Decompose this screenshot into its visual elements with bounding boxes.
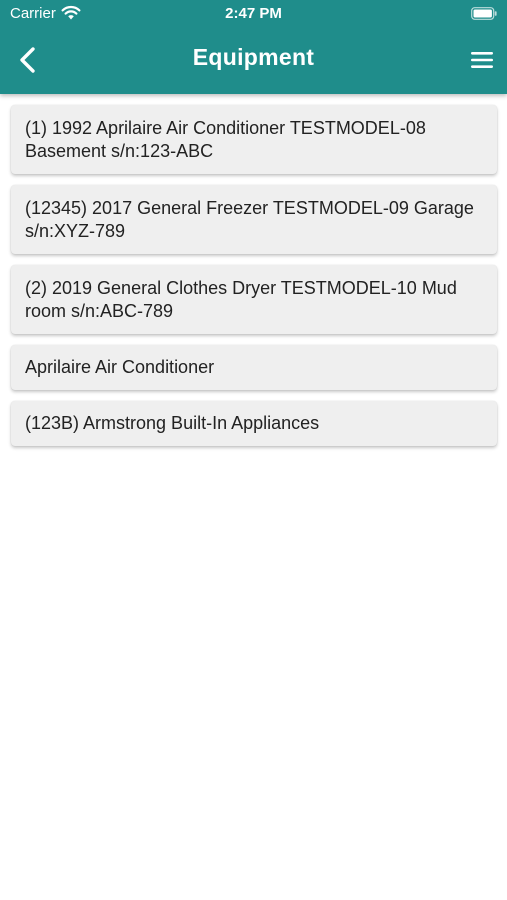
battery-icon — [471, 7, 497, 20]
equipment-item-label: Aprilaire Air Conditioner — [25, 357, 215, 377]
page-title: Equipment — [192, 44, 315, 70]
app-header: Carrier 2:47 PM Equipment — [0, 0, 507, 94]
equipment-item[interactable]: (123B) Armstrong Built-In Appliances — [11, 401, 497, 446]
equipment-item[interactable]: Aprilaire Air Conditioner — [11, 345, 497, 390]
equipment-item[interactable]: (2) 2019 General Clothes Dryer TESTMODEL… — [11, 265, 497, 334]
equipment-item[interactable]: (1) 1992 Aprilaire Air Conditioner TESTM… — [11, 105, 497, 174]
navigation-bar: Equipment — [0, 28, 507, 94]
equipment-item-label: (123B) Armstrong Built-In Appliances — [25, 413, 320, 433]
equipment-item-label: (12345) 2017 General Freezer TESTMODEL-0… — [25, 198, 474, 241]
equipment-item-label: (1) 1992 Aprilaire Air Conditioner TESTM… — [25, 118, 426, 161]
menu-button[interactable] — [466, 46, 498, 74]
status-time: 2:47 PM — [225, 5, 282, 22]
status-bar: Carrier 2:47 PM — [0, 0, 507, 28]
hamburger-menu-icon — [471, 52, 493, 68]
equipment-item-label: (2) 2019 General Clothes Dryer TESTMODEL… — [25, 278, 457, 321]
equipment-list: (1) 1992 Aprilaire Air Conditioner TESTM… — [11, 105, 497, 457]
equipment-item[interactable]: (12345) 2017 General Freezer TESTMODEL-0… — [11, 185, 497, 254]
